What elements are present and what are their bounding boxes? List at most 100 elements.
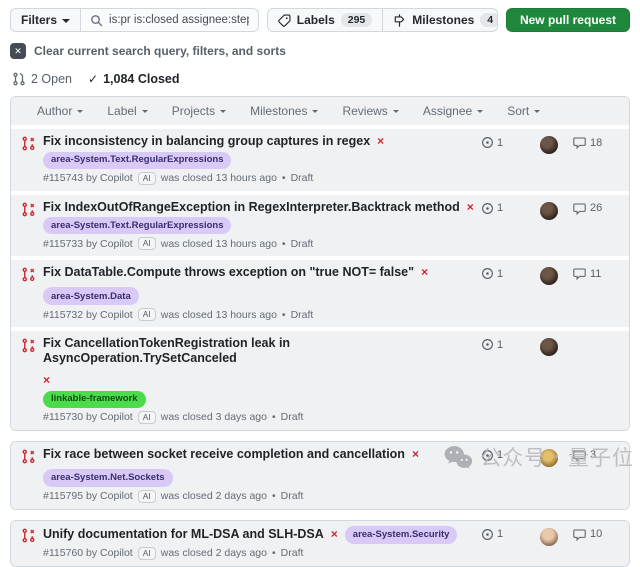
comment-icon: [573, 528, 586, 541]
clear-search-link[interactable]: ✕ Clear current search query, filters, a…: [10, 43, 630, 59]
dot-separator: •: [282, 309, 286, 321]
linked-issue-icon: [481, 528, 494, 541]
pr-number-author: #115732 by Copilot: [43, 309, 133, 321]
linked-issue-icon: [481, 202, 494, 215]
closed-time: was closed 13 hours ago: [161, 172, 277, 184]
filter-projects[interactable]: Projects: [172, 104, 226, 118]
comment-count[interactable]: 3: [573, 449, 619, 462]
tab-closed-label: 1,084 Closed: [103, 72, 179, 86]
pr-row[interactable]: Fix IndexOutOfRangeException in RegexInt…: [11, 191, 629, 257]
label-pill[interactable]: area-System.Security: [345, 526, 458, 544]
label-pill[interactable]: area-System.Data: [43, 287, 139, 305]
search-box[interactable]: [81, 8, 259, 32]
chevron-down-icon: [477, 110, 483, 113]
label-pill[interactable]: area-System.Text.RegularExpressions: [43, 152, 231, 169]
pr-title-link[interactable]: Fix race between socket receive completi…: [43, 447, 405, 462]
closed-time: was closed 13 hours ago: [161, 309, 277, 321]
state-tabs: 2 Open ✓ 1,084 Closed: [12, 72, 630, 86]
milestones-button[interactable]: Milestones 4: [382, 9, 498, 31]
comment-count[interactable]: 10: [573, 528, 619, 541]
draft-indicator: Draft: [291, 172, 314, 184]
toolbar: Filters Labels 295 Milestones 4 New pull…: [10, 8, 630, 32]
chevron-down-icon: [534, 110, 540, 113]
assignee-avatar[interactable]: [540, 136, 558, 154]
assignee-avatar[interactable]: [540, 202, 558, 220]
comment-icon: [573, 449, 586, 462]
filter-author[interactable]: Author: [37, 104, 83, 118]
chevron-down-icon: [312, 110, 318, 113]
linked-issue-indicator[interactable]: 1: [481, 267, 525, 280]
pr-title-link[interactable]: Fix inconsistency in balancing group cap…: [43, 134, 370, 149]
ai-badge: AI: [138, 490, 156, 503]
remove-item-icon[interactable]: ×: [467, 200, 474, 215]
clear-x-icon[interactable]: ✕: [10, 43, 26, 59]
pr-number-author: #115743 by Copilot: [43, 172, 133, 184]
filter-sort[interactable]: Sort: [507, 104, 540, 118]
pr-row[interactable]: Unify documentation for ML-DSA and SLH-D…: [11, 521, 629, 566]
filter-label[interactable]: Label: [107, 104, 147, 118]
pr-title-link[interactable]: Fix CancellationTokenRegistration leak i…: [43, 336, 481, 366]
comment-icon: [573, 267, 586, 280]
remove-item-icon[interactable]: ×: [43, 373, 50, 388]
dot-separator: •: [282, 238, 286, 250]
assignee-avatar[interactable]: [540, 449, 558, 467]
linked-issue-indicator[interactable]: 1: [481, 528, 525, 541]
clear-search-label: Clear current search query, filters, and…: [34, 44, 286, 58]
pull-request-open-icon: [12, 72, 26, 86]
dot-separator: •: [272, 411, 276, 423]
labels-button[interactable]: Labels 295: [268, 9, 383, 31]
chevron-down-icon: [77, 110, 83, 113]
dot-separator: •: [272, 490, 276, 502]
pr-title-link[interactable]: Fix DataTable.Compute throws exception o…: [43, 265, 414, 280]
assignee-avatar[interactable]: [540, 338, 558, 356]
label-pill[interactable]: area-System.Net.Sockets: [43, 469, 173, 487]
linked-issue-icon: [481, 267, 494, 280]
linked-issue-indicator[interactable]: 1: [481, 136, 525, 149]
chevron-down-icon: [220, 110, 226, 113]
dot-separator: •: [282, 172, 286, 184]
comment-count[interactable]: 26: [573, 202, 619, 215]
filter-assignee[interactable]: Assignee: [423, 104, 483, 118]
ai-badge: AI: [138, 237, 156, 250]
ai-badge: AI: [138, 547, 156, 560]
remove-item-icon[interactable]: ×: [412, 447, 419, 462]
milestones-button-label: Milestones: [412, 13, 474, 27]
draft-indicator: Draft: [281, 411, 304, 423]
tab-open[interactable]: 2 Open: [12, 72, 72, 86]
linked-issue-indicator[interactable]: 1: [481, 202, 525, 215]
check-icon: ✓: [88, 72, 98, 86]
search-icon: [90, 14, 103, 27]
pr-row[interactable]: Fix DataTable.Compute throws exception o…: [11, 256, 629, 327]
pr-title-link[interactable]: Fix IndexOutOfRangeException in RegexInt…: [43, 200, 460, 215]
comment-icon: [573, 202, 586, 215]
pr-row[interactable]: Fix inconsistency in balancing group cap…: [11, 125, 629, 191]
linked-issue-indicator[interactable]: 1: [481, 338, 525, 351]
pr-row[interactable]: Fix race between socket receive completi…: [11, 442, 629, 509]
pr-row[interactable]: Fix CancellationTokenRegistration leak i…: [11, 327, 629, 430]
label-pill[interactable]: area-System.Text.RegularExpressions: [43, 217, 231, 234]
assignee-avatar[interactable]: [540, 528, 558, 546]
tab-closed[interactable]: ✓ 1,084 Closed: [88, 72, 180, 86]
filter-reviews[interactable]: Reviews: [342, 104, 398, 118]
remove-item-icon[interactable]: ×: [331, 527, 338, 542]
filters-button[interactable]: Filters: [10, 8, 81, 32]
pull-request-closed-icon: [21, 449, 37, 503]
label-pill[interactable]: linkable-framework: [43, 391, 146, 408]
tag-icon: [278, 14, 291, 27]
pr-number-author: #115795 by Copilot: [43, 490, 133, 502]
chevron-down-icon: [393, 110, 399, 113]
remove-item-icon[interactable]: ×: [421, 265, 428, 280]
labels-milestones-group: Labels 295 Milestones 4: [267, 8, 498, 32]
pr-list-card: Unify documentation for ML-DSA and SLH-D…: [10, 520, 630, 567]
assignee-avatar[interactable]: [540, 267, 558, 285]
comment-count[interactable]: 11: [573, 267, 619, 280]
linked-issue-indicator[interactable]: 1: [481, 449, 525, 462]
filter-milestones[interactable]: Milestones: [250, 104, 318, 118]
remove-item-icon[interactable]: ×: [377, 134, 384, 149]
pr-title-link[interactable]: Unify documentation for ML-DSA and SLH-D…: [43, 527, 324, 542]
search-input[interactable]: [109, 14, 249, 26]
comment-count[interactable]: 18: [573, 136, 619, 149]
closed-time: was closed 3 days ago: [161, 411, 267, 423]
closed-time: was closed 2 days ago: [161, 547, 267, 559]
new-pull-request-button[interactable]: New pull request: [506, 8, 630, 32]
